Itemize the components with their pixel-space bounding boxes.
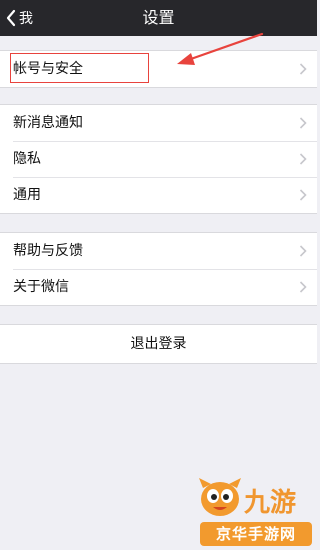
row-label: 关于微信 (13, 279, 69, 295)
chevron-right-icon (299, 189, 307, 201)
general-row[interactable]: 通用 (0, 177, 317, 213)
row-label: 帮助与反馈 (13, 243, 83, 259)
account-security-row[interactable]: 帐号与安全 (0, 51, 317, 87)
row-label: 帐号与安全 (13, 61, 83, 77)
chevron-right-icon (299, 245, 307, 257)
settings-group-account: 帐号与安全 (0, 50, 317, 88)
navigation-bar: 我 设置 (0, 0, 317, 36)
row-label: 新消息通知 (13, 115, 83, 131)
help-feedback-row[interactable]: 帮助与反馈 (0, 233, 317, 269)
chevron-right-icon (299, 117, 307, 129)
notifications-row[interactable]: 新消息通知 (0, 105, 317, 141)
chevron-right-icon (299, 63, 307, 75)
settings-group-about: 帮助与反馈 关于微信 (0, 232, 317, 306)
logout-button[interactable]: 退出登录 (0, 324, 317, 364)
chevron-right-icon (299, 281, 307, 293)
settings-screen: 我 设置 帐号与安全 新消息通知 隐私 通用 帮助与反馈 关于微信 退出登录 九… (0, 0, 317, 550)
watermark-domain: 京华手游网 (200, 522, 312, 546)
privacy-row[interactable]: 隐私 (0, 141, 317, 177)
settings-group-preferences: 新消息通知 隐私 通用 (0, 104, 317, 214)
chevron-right-icon (299, 153, 307, 165)
row-label: 通用 (13, 187, 41, 203)
watermark-brand: 九游 (244, 488, 297, 518)
mascot-logo-icon (199, 478, 241, 516)
page-title: 设置 (142, 8, 175, 27)
about-wechat-row[interactable]: 关于微信 (0, 269, 317, 305)
watermark-logo: 九游 京华手游网 (192, 470, 317, 550)
row-label: 隐私 (13, 151, 41, 167)
